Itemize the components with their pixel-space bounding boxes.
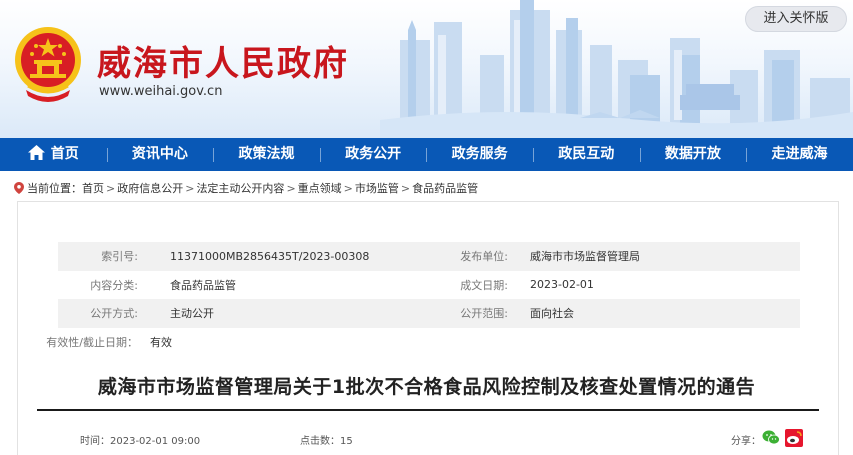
created-date-label: 成文日期: — [460, 278, 508, 292]
title-divider — [37, 409, 819, 411]
breadcrumb-link-market-supervision[interactable]: 市场监管 — [355, 180, 399, 196]
breadcrumb: 当前位置： 首页 > 政府信息公开 > 法定主动公开内容 > 重点领域 > 市场… — [14, 180, 478, 196]
nav-item-label: 首页 — [50, 146, 79, 162]
wechat-share-icon[interactable] — [762, 429, 780, 446]
publish-time: 时间：2023-02-01 09:00 — [80, 432, 200, 447]
clicks-label: 点击数： — [300, 436, 340, 447]
time-value: 2023-02-01 09:00 — [110, 436, 201, 447]
breadcrumb-link-gov-info-open[interactable]: 政府信息公开 — [117, 180, 183, 196]
nav-item-gov-affairs-open[interactable]: 政务公开 — [319, 138, 427, 171]
site-url: www.weihai.gov.cn — [99, 84, 223, 99]
breadcrumb-separator: > — [343, 181, 353, 195]
disclosure-method-label: 公开方式: — [90, 307, 138, 321]
nav-item-home[interactable]: 首页 — [0, 138, 107, 171]
breadcrumb-separator: > — [185, 181, 195, 195]
created-date-value: 2023-02-01 — [530, 278, 594, 292]
time-label: 时间： — [80, 436, 110, 447]
validity-value: 有效 — [150, 335, 172, 349]
home-icon — [27, 145, 45, 160]
breadcrumb-link-statutory-content[interactable]: 法定主动公开内容 — [196, 180, 284, 196]
document-meta-table: 索引号: 11371000MB2856435T/2023-00308 发布单位:… — [46, 242, 800, 357]
article-title: 威海市市场监督管理局关于1批次不合格食品风险控制及核查处置情况的通告 — [97, 376, 756, 398]
breadcrumb-prefix: 当前位置： — [27, 182, 82, 195]
meta-row: 公开方式: 主动公开 公开范围: 面向社会 — [58, 299, 800, 328]
breadcrumb-link-key-areas[interactable]: 重点领域 — [298, 180, 342, 196]
disclosure-method-value: 主动公开 — [170, 307, 214, 321]
breadcrumb-separator: > — [400, 181, 411, 195]
index-label: 索引号: — [101, 250, 138, 264]
main-nav: 首页 资讯中心 政策法规 政务公开 政务服务 政民互动 数据开放 走进威海 — [0, 138, 853, 171]
weibo-share-icon[interactable] — [785, 429, 803, 447]
location-pin-icon — [14, 182, 24, 194]
index-value: 11371000MB2856435T/2023-00308 — [170, 249, 370, 263]
site-title: 威海市人民政府 — [97, 44, 349, 84]
category-value: 食品药品监管 — [170, 278, 236, 292]
nav-item-about-weihai[interactable]: 走进威海 — [746, 138, 853, 171]
publisher-label: 发布单位: — [460, 250, 508, 264]
nav-item-policies[interactable]: 政策法规 — [213, 138, 320, 171]
care-mode-button[interactable]: 进入关怀版 — [745, 6, 847, 32]
category-label: 内容分类: — [90, 278, 138, 292]
site-header: 威海市人民政府 www.weihai.gov.cn 进入关怀版 — [0, 0, 853, 138]
breadcrumb-link-food-drug[interactable]: 食品药品监管 — [412, 180, 478, 196]
nav-item-open-data[interactable]: 数据开放 — [639, 138, 747, 171]
disclosure-scope-label: 公开范围: — [460, 307, 508, 321]
nav-item-interaction[interactable]: 政民互动 — [532, 138, 640, 171]
clicks-value: 15 — [340, 436, 353, 447]
breadcrumb-separator: > — [106, 181, 116, 195]
meta-row: 内容分类: 食品药品监管 成文日期: 2023-02-01 — [58, 271, 800, 300]
nav-item-news[interactable]: 资讯中心 — [106, 138, 214, 171]
publisher-value: 威海市市场监督管理局 — [530, 250, 640, 264]
breadcrumb-separator: > — [286, 181, 296, 195]
national-emblem-icon — [15, 27, 81, 102]
share-label: 分享： — [731, 436, 761, 447]
nav-item-gov-services[interactable]: 政务服务 — [426, 138, 533, 171]
validity-label: 有效性/截止日期： — [46, 335, 138, 349]
breadcrumb-link-home[interactable]: 首页 — [82, 180, 104, 196]
click-count: 点击数：15 — [300, 432, 353, 447]
meta-row: 索引号: 11371000MB2856435T/2023-00308 发布单位:… — [58, 242, 800, 271]
disclosure-scope-value: 面向社会 — [530, 307, 574, 321]
meta-row: 有效性/截止日期： 有效 — [46, 328, 800, 357]
